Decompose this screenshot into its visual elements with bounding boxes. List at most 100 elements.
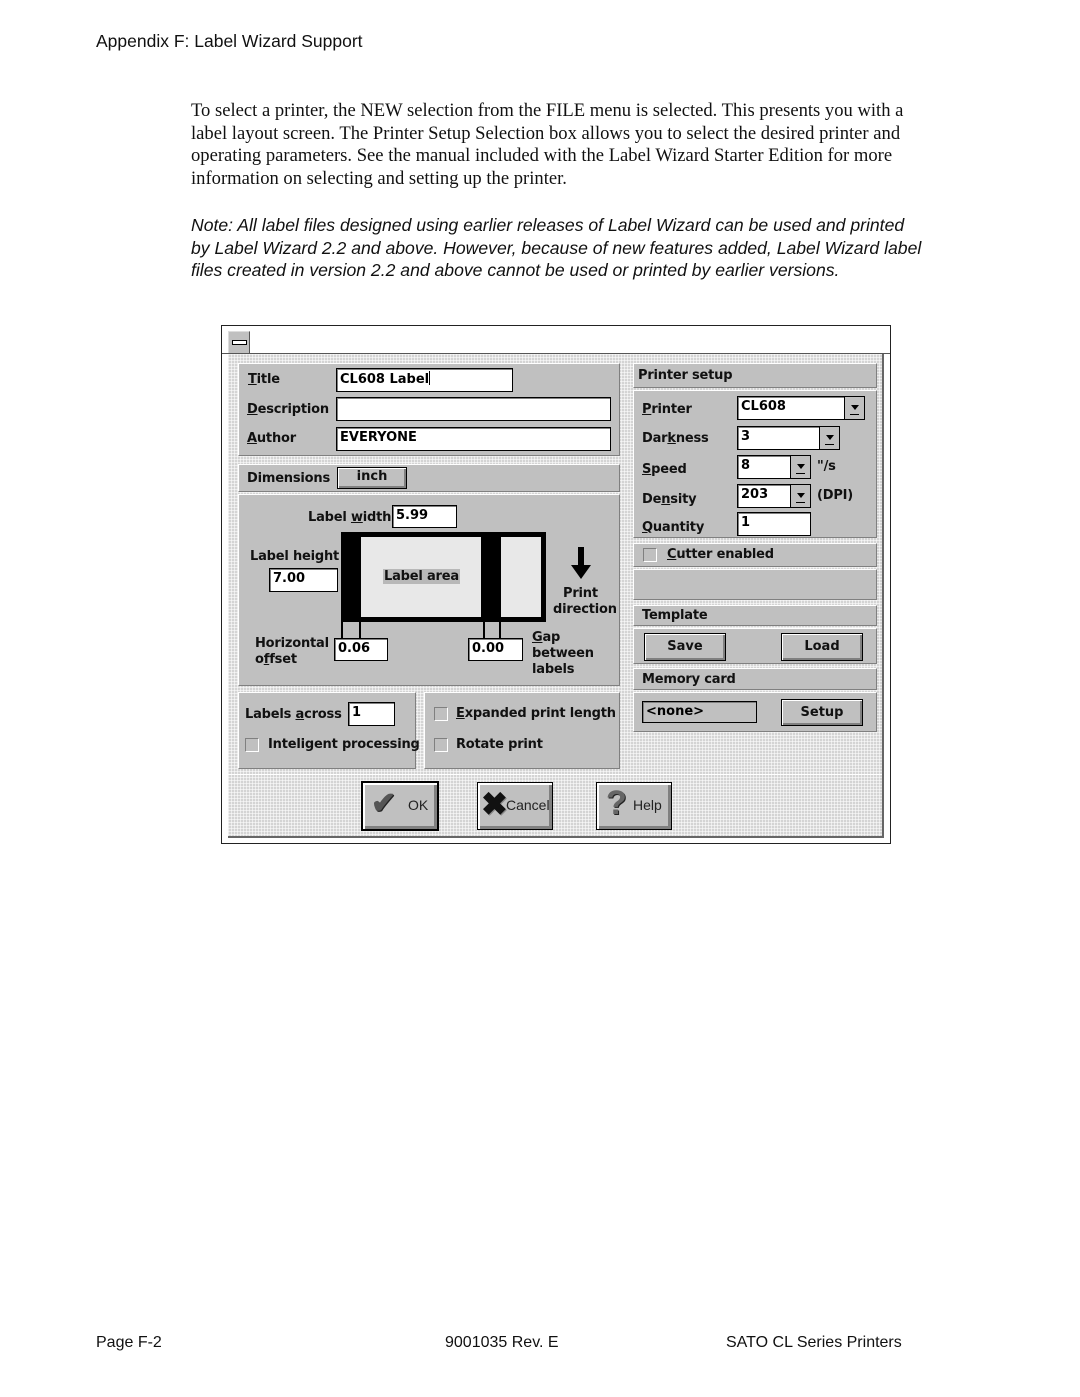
- gap-tick-right: [499, 622, 501, 638]
- dimensions-label: Dimensions: [247, 471, 330, 486]
- darkness-label: Darkness: [642, 431, 709, 446]
- gap-line2: between: [532, 646, 594, 661]
- speed-select[interactable]: 8: [737, 455, 811, 479]
- label-diagram: Label area: [341, 532, 546, 622]
- density-select[interactable]: 203: [737, 484, 811, 508]
- label-width-input[interactable]: 5.99: [392, 505, 457, 528]
- rotate-print-label: Rotate print: [456, 737, 543, 752]
- density-label: Density: [642, 492, 697, 507]
- dropdown-arrow-icon: [796, 493, 805, 498]
- horizontal-offset-line1: Horizontal: [255, 636, 329, 651]
- cancel-button[interactable]: ✖ Cancel: [477, 782, 553, 830]
- system-menu-button[interactable]: [228, 331, 250, 353]
- dropdown-arrow-icon: [796, 464, 805, 469]
- dimensions-panel: Dimensions inch: [238, 464, 620, 492]
- print-direction-arrow-shaft: [578, 547, 584, 565]
- horizontal-offset-line2: offset: [255, 652, 297, 667]
- footer-separator: [228, 774, 882, 775]
- label-layout-panel: Label width 5.99 Label height 7.00 Label…: [238, 494, 620, 686]
- template-load-button[interactable]: Load: [781, 633, 863, 661]
- label-area-box: Label area: [361, 537, 481, 617]
- system-menu-icon: [232, 340, 247, 345]
- speed-dropdown-button[interactable]: [790, 456, 810, 478]
- memory-card-panel: <none> Setup: [633, 692, 877, 732]
- labels-across-label: Labels across: [245, 707, 342, 722]
- speed-label: Speed: [642, 462, 687, 477]
- template-header: Template: [633, 605, 877, 626]
- labels-across-panel: Labels across 1 Inteligent processing: [238, 692, 420, 769]
- expanded-print-length-checkbox[interactable]: [434, 707, 448, 721]
- memory-card-value: <none>: [642, 701, 757, 723]
- x-cancel-icon: ✖: [481, 786, 508, 822]
- density-unit: (DPI): [817, 488, 854, 503]
- author-label: Author: [247, 431, 296, 446]
- memory-card-title: Memory card: [642, 672, 736, 687]
- print-direction-arrow-icon: [571, 565, 591, 579]
- cutter-enabled-checkbox[interactable]: [643, 548, 657, 562]
- running-head: Appendix F: Label Wizard Support: [96, 31, 363, 51]
- dialog-client: TTitleitle CL608 Label Description Autho…: [228, 354, 884, 838]
- labels-across-input[interactable]: 1: [348, 702, 395, 726]
- print-options-panel: Expanded print length Rotate print: [424, 692, 620, 769]
- darkness-dropdown-button[interactable]: [819, 427, 839, 449]
- label-width-label: Label width: [308, 510, 392, 525]
- template-panel: Save Load: [633, 628, 877, 664]
- description-label: Description: [247, 402, 329, 417]
- body-paragraph: To select a printer, the NEW selection f…: [191, 100, 904, 189]
- unit-button[interactable]: inch: [337, 467, 407, 489]
- footer-page-number: Page F-2: [96, 1334, 162, 1351]
- cutter-enabled-label: Cutter enabled: [667, 547, 774, 562]
- quantity-input[interactable]: 1: [737, 512, 811, 536]
- cutter-panel: Cutter enabled: [633, 543, 877, 567]
- checkmark-icon: ✔: [371, 787, 397, 820]
- label-height-input[interactable]: 7.00: [269, 568, 338, 592]
- cutter-options-panel: [633, 569, 877, 600]
- memory-card-header: Memory card: [633, 668, 877, 690]
- question-mark-icon: ?: [606, 784, 627, 822]
- quantity-label: Quantity: [642, 520, 705, 535]
- intelligent-processing-checkbox[interactable]: [245, 738, 259, 752]
- print-direction-line2: direction: [553, 602, 617, 617]
- dropdown-arrow-icon: [825, 435, 834, 440]
- print-direction-line1: Print: [563, 586, 598, 601]
- template-title: Template: [642, 608, 708, 623]
- expanded-print-length-label: Expanded print length: [456, 706, 616, 721]
- text-cursor: [429, 371, 431, 385]
- gap-input[interactable]: 0.00: [468, 638, 523, 661]
- horizontal-offset-input[interactable]: 0.06: [334, 638, 388, 661]
- printer-setup-title: Printer setup: [638, 368, 733, 383]
- gap-line3: labels: [532, 662, 575, 677]
- title-input[interactable]: CL608 Label: [336, 368, 513, 392]
- density-dropdown-button[interactable]: [790, 485, 810, 507]
- printer-select[interactable]: CL608: [737, 396, 865, 420]
- offset-tick-left: [341, 622, 343, 638]
- author-input[interactable]: EVERYONE: [336, 427, 611, 451]
- template-save-button[interactable]: Save: [644, 633, 726, 661]
- note-paragraph: Note: All label files designed using ear…: [191, 215, 922, 281]
- next-label-box: [501, 537, 541, 617]
- intelligent-processing-label: Inteligent processing: [268, 737, 420, 752]
- darkness-select[interactable]: 3: [737, 426, 840, 450]
- ok-button[interactable]: ✔ OK: [361, 781, 439, 831]
- gap-tick-left: [483, 622, 485, 638]
- printer-dropdown-button[interactable]: [844, 397, 864, 419]
- label-info-panel: TTitleitle CL608 Label Description Autho…: [238, 363, 620, 456]
- rotate-print-checkbox[interactable]: [434, 738, 448, 752]
- dialog-titlebar: [222, 326, 890, 354]
- speed-unit: "/s: [817, 459, 836, 474]
- printer-setup-dialog: TTitleitle CL608 Label Description Autho…: [221, 325, 891, 844]
- printer-setup-header: Printer setup: [633, 363, 877, 388]
- dropdown-arrow-icon: [850, 405, 859, 410]
- footer-doc-revision: 9001035 Rev. E: [445, 1334, 559, 1351]
- help-button[interactable]: ? Help: [596, 782, 672, 830]
- memory-card-setup-button[interactable]: Setup: [781, 699, 863, 726]
- title-label: TTitleitle: [248, 372, 280, 387]
- gap-line1: Gap: [532, 630, 561, 645]
- footer-product-name: SATO CL Series Printers: [726, 1334, 902, 1351]
- offset-tick-right: [359, 622, 361, 638]
- printer-label: Printer: [642, 402, 692, 417]
- description-input[interactable]: [336, 397, 611, 421]
- printer-setup-panel: Printer CL608 Darkness 3 Speed 8 "/s Den…: [633, 390, 877, 538]
- label-area-text: Label area: [383, 569, 460, 584]
- label-height-label: Label height: [250, 549, 340, 564]
